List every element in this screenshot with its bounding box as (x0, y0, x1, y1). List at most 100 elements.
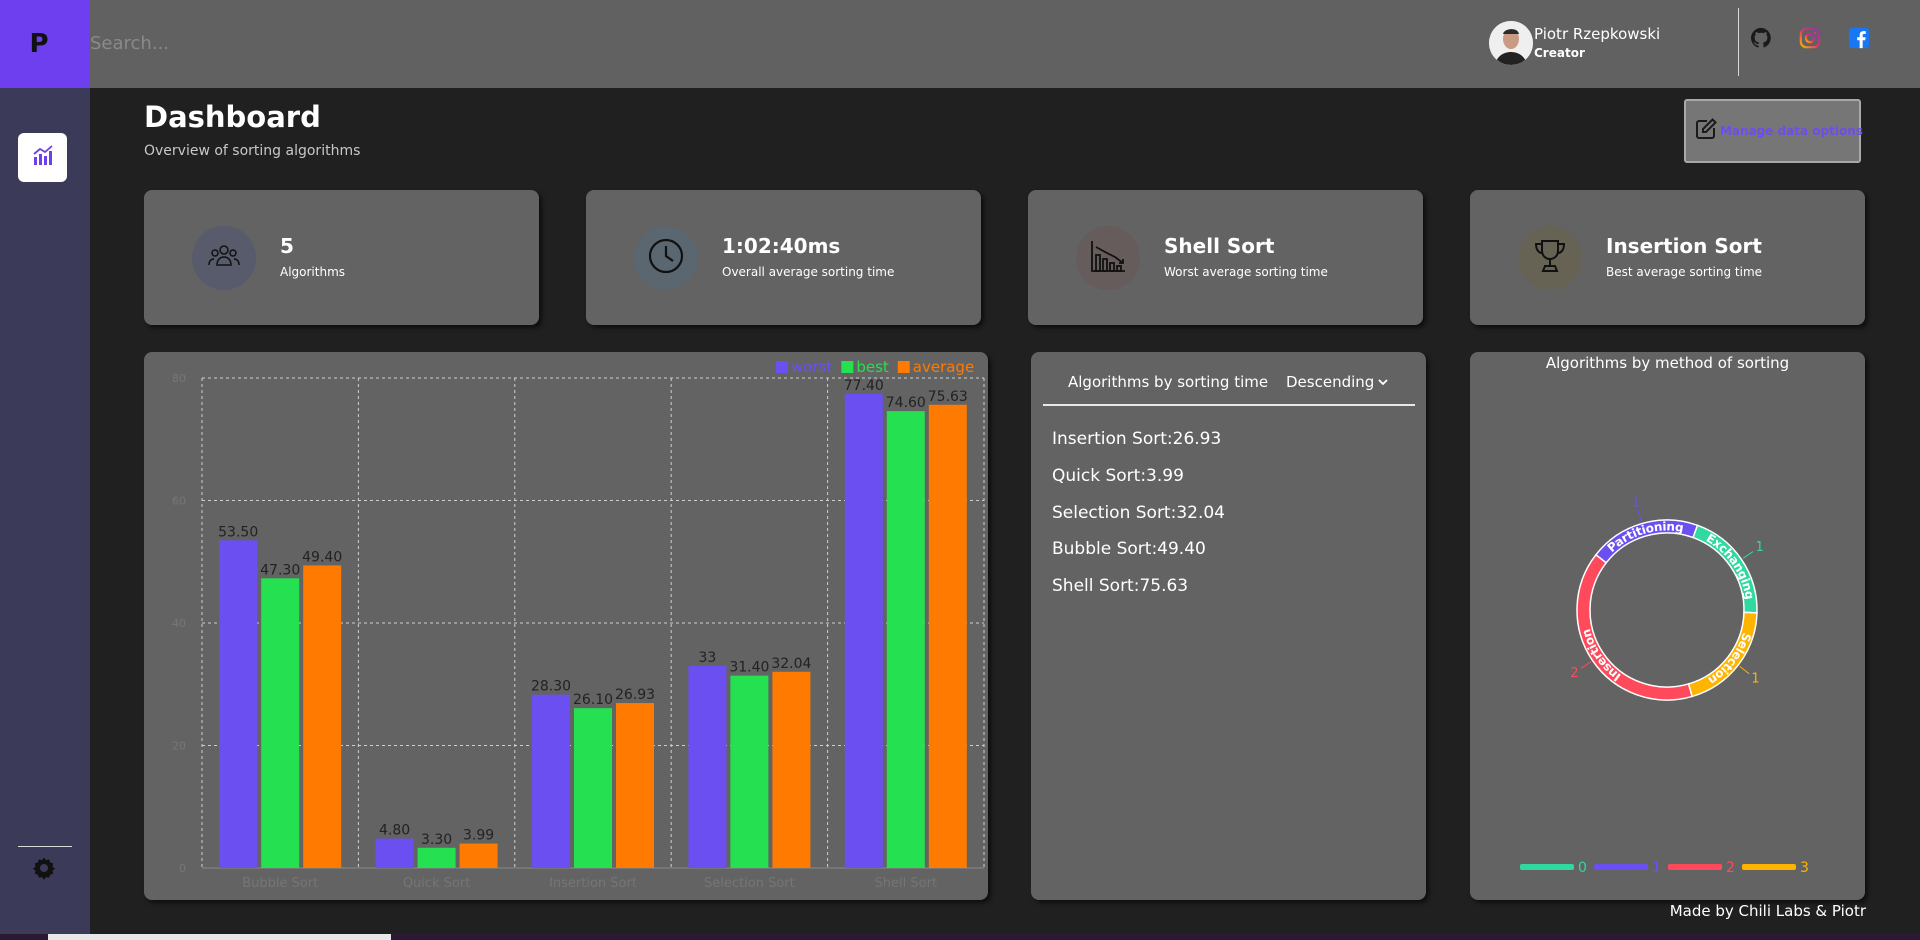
stat-value: 5 (280, 234, 294, 258)
list-item: Selection Sort:32.04 (1052, 502, 1225, 523)
github-link[interactable] (1749, 27, 1773, 53)
legend-label: 1 (1652, 860, 1661, 876)
data-label: 75.63 (928, 389, 968, 405)
sidebar-item-dashboard[interactable] (18, 133, 67, 182)
donut-leader-line (1580, 661, 1592, 669)
gear-icon (32, 856, 56, 884)
bar-worst (532, 694, 570, 868)
settings-button[interactable] (31, 857, 57, 883)
legend-swatch (1742, 864, 1796, 870)
instagram-link[interactable] (1798, 27, 1822, 52)
sort-order-dropdown[interactable]: Descending (1286, 373, 1388, 391)
legend-label: best (856, 358, 889, 376)
stat-icon-wrap (634, 226, 698, 290)
legend-label: average (913, 358, 974, 376)
data-label: 74.60 (886, 395, 926, 411)
list-item: Quick Sort:3.99 (1052, 465, 1184, 486)
bar-average (928, 404, 967, 868)
data-label: 26.10 (573, 692, 613, 708)
donut-segment-label-text: Selection (1706, 631, 1754, 688)
donut-value-label: 1 (1632, 495, 1640, 510)
bar-average (616, 703, 654, 868)
users-icon (206, 238, 242, 278)
legend-label: 0 (1578, 860, 1587, 876)
donut-segment-label: Exchanging (1704, 531, 1757, 601)
donut-segment-insertion (1576, 553, 1694, 701)
bar-worst (844, 393, 883, 868)
avatar[interactable] (1489, 21, 1533, 65)
manage-button-label: Manage data options (1720, 124, 1863, 138)
stat-label: Algorithms (280, 265, 346, 279)
data-label: 53.50 (218, 524, 258, 540)
list-item: Bubble Sort:49.40 (1052, 539, 1206, 560)
list-item: Insertion Sort:26.93 (1052, 429, 1222, 449)
stat-icon-wrap (1518, 226, 1582, 290)
donut-segment-label: Selection (1706, 631, 1754, 688)
sidebar-divider (18, 846, 72, 847)
y-tick-label: 60 (172, 495, 186, 508)
bar-worst (688, 665, 727, 868)
sorting-list-title: Algorithms by sorting time (1068, 373, 1269, 391)
data-label: 31.40 (729, 660, 769, 676)
bar-worst (375, 838, 414, 868)
method-donut-chart: Partitioning1Exchanging1Selection 1Insert… (1520, 495, 1809, 876)
y-tick-label: 0 (179, 862, 186, 875)
donut-segment-label-text: Insertion (1579, 627, 1623, 684)
stat-card-overall-time: 1:02:40ms Overall average sorting time (586, 190, 981, 325)
donut-label-path (1584, 559, 1691, 694)
app-logo[interactable]: P (0, 0, 90, 88)
bar-chart-card: 0 20 40 60 80 53.50 47.30 49.40 Bubble Sort 4.80 3… (144, 352, 988, 900)
stat-value: Shell Sort (1164, 234, 1275, 258)
header-divider (1738, 8, 1739, 76)
bar-chart: 0 20 40 60 80 53.50 47.3049.40 Bubble Sort 4.80 3… (172, 358, 985, 891)
sidebar: P (0, 0, 90, 940)
donut-leader-line (1739, 665, 1750, 675)
y-tick-label: 80 (172, 372, 186, 385)
data-label: 33 (698, 650, 716, 666)
logo-letter: P (29, 29, 49, 59)
data-label: 28.30 (531, 679, 571, 695)
list-item: Shell Sort:75.63 (1052, 576, 1189, 597)
bar-average (303, 565, 342, 868)
data-label: 26.93 (615, 687, 655, 703)
y-tick-label: 40 (172, 617, 186, 630)
stat-label: Worst average sorting time (1164, 265, 1328, 279)
stat-card-worst: Shell Sort Worst average sorting time (1028, 190, 1423, 325)
legend-label: 2 (1726, 860, 1735, 876)
sort-order-value: Descending (1286, 373, 1375, 391)
donut-segment-label: Insertion (1579, 627, 1623, 684)
legend-swatch (897, 361, 910, 373)
method-chart-card: Partitioning 1 Exchanging 1 Selection 1 Insert… (1470, 352, 1865, 900)
manage-data-options-button[interactable]: Manage data options (1684, 99, 1863, 163)
trophy-icon (1531, 237, 1569, 279)
donut-segment-selection (1687, 611, 1758, 698)
x-tick-label: Insertion Sort (549, 876, 637, 891)
edit-icon (1694, 117, 1718, 145)
github-icon (1750, 27, 1772, 53)
bar-best (886, 411, 925, 868)
bar-worst (219, 540, 258, 868)
list-divider (1043, 404, 1415, 406)
stat-icon-wrap (1076, 226, 1140, 290)
donut-segment-label-text: Exchanging (1704, 531, 1757, 601)
stat-card-best: Insertion Sort Best average sorting time (1470, 190, 1865, 325)
search-input[interactable] (90, 28, 490, 58)
bar-best (574, 708, 612, 868)
legend-swatch (1520, 864, 1574, 870)
bar-best (417, 847, 456, 868)
bottom-scroll-segment (48, 934, 391, 940)
stat-value: 1:02:40ms (722, 234, 841, 258)
data-label: 4.80 (379, 823, 410, 839)
user-role: Creator (1534, 46, 1585, 60)
facebook-link[interactable] (1847, 27, 1871, 53)
stat-label: Best average sorting time (1606, 265, 1763, 279)
data-label: 3.30 (421, 832, 452, 848)
facebook-icon (1848, 27, 1870, 53)
chart-icon (32, 144, 54, 171)
legend-swatch (841, 361, 854, 373)
bar-average (459, 843, 498, 868)
clock-icon (647, 237, 685, 279)
donut-value-label: 2 (1570, 666, 1578, 681)
page-subtitle: Overview of sorting algorithms (144, 143, 361, 159)
data-label: 47.30 (260, 562, 300, 578)
